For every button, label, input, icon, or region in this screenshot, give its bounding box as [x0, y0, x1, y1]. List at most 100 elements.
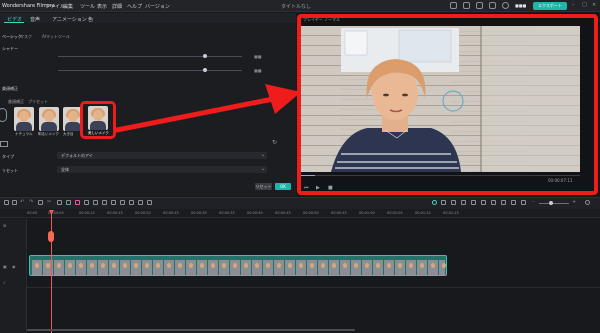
- subtab-mask[interactable]: マスク: [20, 34, 32, 40]
- face-tab-beautify[interactable]: 美顔補正: [8, 99, 24, 105]
- color-icon[interactable]: [111, 200, 116, 205]
- layout-icon[interactable]: [4, 200, 9, 205]
- keyframe-icon[interactable]: [102, 200, 107, 205]
- playhead-line[interactable]: [51, 211, 52, 333]
- type-value: デフォルトのアイ: [61, 153, 93, 158]
- chevron-down-icon: ⌄: [261, 166, 266, 172]
- preset-label-2: 明るいメイク: [38, 132, 59, 136]
- zoom-out-icon[interactable]: –: [532, 199, 535, 205]
- preset-thumb-1[interactable]: [14, 107, 34, 131]
- subtab-basic[interactable]: ベーシック: [2, 34, 22, 40]
- ai-icon[interactable]: [138, 200, 143, 205]
- cloud-icon[interactable]: [463, 2, 470, 9]
- account-icon[interactable]: [502, 2, 509, 9]
- audio-icon[interactable]: [120, 200, 125, 205]
- playhead-handle[interactable]: [48, 231, 54, 242]
- transform-icon[interactable]: [84, 200, 89, 205]
- no-effect-icon[interactable]: [0, 108, 7, 122]
- menu-file[interactable]: ファイル: [45, 3, 65, 10]
- preset-thumb-2[interactable]: [39, 107, 59, 131]
- redo-icon[interactable]: ↷: [29, 199, 33, 205]
- mic-icon[interactable]: [491, 200, 496, 205]
- delete-icon[interactable]: [38, 200, 43, 205]
- shadow-slider-2[interactable]: [58, 70, 242, 71]
- video-clip[interactable]: [29, 255, 447, 276]
- message-icon[interactable]: [476, 2, 483, 9]
- cut-icon[interactable]: ✂: [47, 199, 51, 205]
- scope-dropdown[interactable]: [57, 166, 267, 173]
- fit-icon[interactable]: [585, 200, 590, 205]
- track-divider: [27, 287, 600, 288]
- menu-bar: Wondershare Filmora ファイル 編集 ツール 表示 詳細 ヘル…: [0, 0, 600, 12]
- refresh-icon[interactable]: ↻: [272, 139, 277, 146]
- zoom-slider-knob[interactable]: [549, 201, 553, 205]
- ruler-tick: 00:00:45: [275, 211, 291, 215]
- tab-animation[interactable]: アニメーション: [52, 16, 87, 23]
- scene-icon[interactable]: [521, 200, 526, 205]
- close-icon[interactable]: ×: [592, 2, 596, 8]
- section-shadow: シャドー: [2, 46, 18, 51]
- menu-edit[interactable]: 編集: [63, 3, 73, 10]
- select-icon[interactable]: [12, 200, 17, 205]
- track-visible-icon[interactable]: ◉: [12, 264, 16, 269]
- reset-button[interactable]: リセット: [255, 183, 272, 190]
- track-lock-icon[interactable]: ▣: [3, 264, 7, 269]
- crop-icon[interactable]: [57, 200, 62, 205]
- more-icon[interactable]: [147, 200, 152, 205]
- tab-color[interactable]: 色: [88, 16, 93, 23]
- voiceover-icon[interactable]: [471, 200, 476, 205]
- preset-option-icon[interactable]: [0, 141, 8, 147]
- subtab-ai-matte[interactable]: AIマットツール: [42, 34, 70, 40]
- zoom-in-icon[interactable]: +: [572, 199, 576, 205]
- maximize-icon[interactable]: □: [582, 2, 587, 8]
- link-icon[interactable]: [511, 200, 516, 205]
- export-button[interactable]: エクスポート: [533, 2, 567, 10]
- shadow-slider-2-knob[interactable]: [203, 68, 207, 72]
- render-icon[interactable]: [432, 200, 437, 205]
- menu-help[interactable]: ヘルプ: [127, 3, 142, 10]
- text-icon[interactable]: [66, 200, 71, 205]
- ruler-tick: 00:00:40: [247, 211, 263, 215]
- beauty-icon[interactable]: [75, 200, 80, 205]
- mixer-icon[interactable]: [481, 200, 486, 205]
- ok-button[interactable]: OK: [275, 183, 291, 190]
- headset-icon[interactable]: [489, 2, 496, 9]
- ruler-tick: 00:00:50: [303, 211, 319, 215]
- minimize-icon[interactable]: –: [572, 2, 575, 8]
- preset-label-3: 大き目: [63, 132, 74, 136]
- snap-icon[interactable]: [501, 200, 506, 205]
- ruler-tick: 00:00:35: [219, 211, 235, 215]
- ruler-tick: 00:00:15: [107, 211, 123, 215]
- badge-label: ■■■: [515, 3, 527, 8]
- timeline-scrollbar[interactable]: [27, 329, 355, 331]
- speed-icon[interactable]: [93, 200, 98, 205]
- shield-icon[interactable]: [441, 200, 446, 205]
- shadow-slider-1-knob[interactable]: [203, 54, 207, 58]
- ruler-tick: 00:00:25: [163, 211, 179, 215]
- scope-value: 全体: [61, 167, 69, 172]
- gift-icon[interactable]: [450, 2, 457, 9]
- menu-version[interactable]: バージョン: [145, 3, 170, 10]
- split-icon[interactable]: [461, 200, 466, 205]
- marker-icon[interactable]: [451, 200, 456, 205]
- audio-track-icon[interactable]: ♪: [3, 280, 6, 285]
- zoom-slider[interactable]: [539, 203, 569, 204]
- preset-label-1: ナチュラル: [15, 132, 33, 136]
- scope-label: リセット: [2, 168, 18, 173]
- panel-tab-bar: [0, 13, 296, 23]
- shadow-slider-1[interactable]: [58, 56, 242, 57]
- ruler-tick: 00:00:55: [331, 211, 347, 215]
- timeline-toolbar: [0, 197, 600, 209]
- menu-view[interactable]: 表示: [97, 3, 107, 10]
- snapshot-icon[interactable]: [129, 200, 134, 205]
- ruler-tick: 00:01:05: [387, 211, 403, 215]
- tab-audio[interactable]: 音声: [30, 16, 40, 23]
- add-track-icon[interactable]: ⊞: [3, 223, 6, 228]
- menu-tools[interactable]: ツール: [80, 3, 95, 10]
- face-tab-preset[interactable]: プリセット: [28, 99, 48, 105]
- active-tab-indicator: [4, 22, 24, 23]
- ruler-tick: 00:00:20: [135, 211, 151, 215]
- undo-icon[interactable]: ↶: [20, 199, 24, 205]
- menu-advanced[interactable]: 詳細: [112, 3, 122, 10]
- ruler-tick: 00:01:15: [443, 211, 459, 215]
